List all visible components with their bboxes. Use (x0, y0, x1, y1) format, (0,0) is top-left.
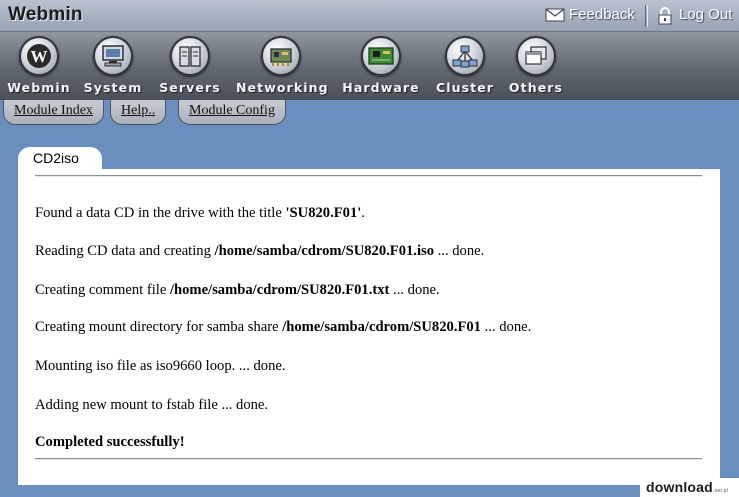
module-tabs: Module Index Help.. Module Config (0, 100, 739, 127)
content-panel: Found a data CD in the drive with the ti… (18, 169, 720, 485)
watermark-text: download (646, 479, 713, 495)
page-title: CD2iso (18, 147, 102, 171)
status-text: ... done. (480, 319, 532, 335)
status-line: Creating mount directory for samba share… (35, 319, 531, 336)
category-label: Hardware (342, 80, 420, 95)
watermark-suffix: .net.pl (712, 488, 728, 494)
status-line: Found a data CD in the drive with the ti… (35, 205, 365, 222)
status-line: Adding new mount to fstab file ... done. (35, 397, 268, 414)
status-text: Creating mount directory for samba share (35, 319, 283, 335)
monitor-icon (93, 36, 133, 76)
webmin-logo: Webmin (8, 4, 83, 25)
title-bar: Webmin Feedback Log Out (0, 0, 739, 32)
category-bar: W Webmin System Servers Networking Hardw… (0, 32, 739, 100)
header-divider (645, 5, 648, 27)
status-text: Reading CD data and creating (35, 243, 215, 259)
logout-link[interactable]: Log Out (655, 6, 733, 24)
success-text: Completed successfully! (35, 434, 185, 450)
category-label: Servers (159, 80, 221, 95)
windows-stack-icon (516, 36, 556, 76)
network-card-icon (261, 36, 301, 76)
circuit-board-icon (361, 36, 401, 76)
status-line: Mounting iso file as iso9660 loop. ... d… (35, 358, 286, 375)
help-tab[interactable]: Help.. (110, 100, 167, 125)
iso-path: /home/samba/cdrom/SU820.F01.iso (214, 243, 434, 259)
feedback-link[interactable]: Feedback (545, 6, 635, 23)
category-servers[interactable]: Servers (145, 36, 235, 95)
status-text: Found a data CD in the drive with the ti… (35, 205, 286, 221)
module-index-tab[interactable]: Module Index (3, 100, 104, 125)
mount-directory-path: /home/samba/cdrom/SU820.F01 (282, 319, 481, 335)
category-label: Networking (236, 80, 329, 95)
status-text: Mounting iso file as iso9660 loop. ... d… (35, 358, 286, 374)
category-others[interactable]: Others (491, 36, 581, 95)
category-networking[interactable]: Networking (236, 36, 329, 95)
status-text: ... done. (389, 282, 440, 298)
server-icon (170, 36, 210, 76)
completion-message: Completed successfully! (35, 434, 185, 451)
cd-title: 'SU820.F01' (285, 205, 362, 221)
category-hardware[interactable]: Hardware (336, 36, 426, 95)
bottom-divider (35, 458, 702, 460)
status-line: Creating comment file /home/samba/cdrom/… (35, 282, 440, 299)
feedback-label: Feedback (569, 6, 635, 23)
status-text: Adding new mount to fstab file ... done. (35, 397, 269, 413)
status-text: Creating comment file (35, 282, 170, 298)
download-watermark: download.net.pl (640, 478, 739, 497)
module-config-tab[interactable]: Module Config (178, 100, 286, 125)
logout-label: Log Out (679, 6, 733, 23)
comment-file-path: /home/samba/cdrom/SU820.F01.txt (169, 282, 390, 298)
status-text: ... done. (434, 243, 485, 259)
status-text: . (361, 205, 365, 221)
svg-text:W: W (31, 47, 48, 66)
cluster-icon (445, 36, 485, 76)
envelope-icon (545, 7, 565, 23)
top-divider (35, 175, 702, 177)
category-label: Others (508, 80, 564, 95)
webmin-logo-icon: W (19, 36, 59, 76)
lock-icon (655, 6, 675, 24)
status-line: Reading CD data and creating /home/samba… (35, 243, 484, 260)
